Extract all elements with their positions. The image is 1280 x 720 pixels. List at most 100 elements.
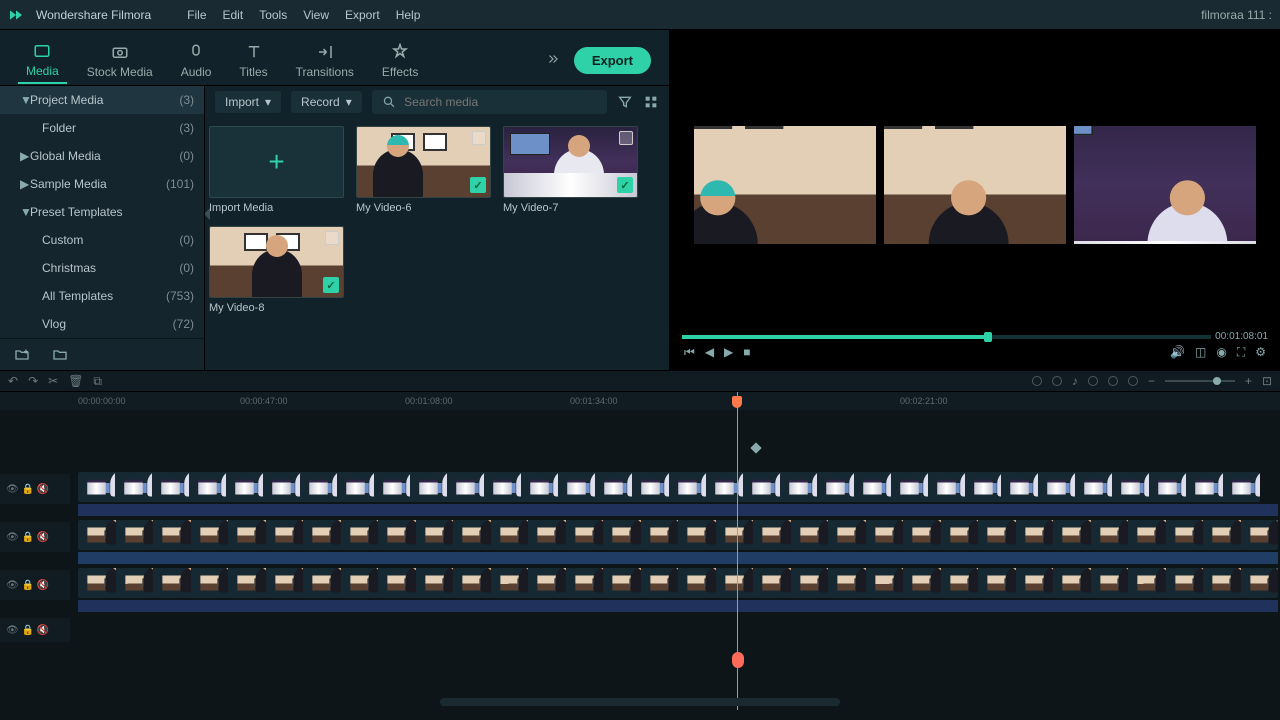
search-input[interactable] (404, 95, 597, 109)
collapse-sidebar-button[interactable] (205, 208, 210, 220)
sidebar-item-label: Folder (42, 121, 76, 135)
tab-media[interactable]: Media (18, 38, 67, 84)
zoom-in-button[interactable]: + (1245, 374, 1252, 388)
video-track-2[interactable] (78, 520, 1278, 550)
preview-quality-icon[interactable]: ◉ (1216, 345, 1226, 359)
menu-view[interactable]: View (303, 8, 329, 22)
volume-icon[interactable]: 🔊 (1170, 345, 1185, 359)
track-header-v3[interactable]: 👁 🔒 🔇 (0, 474, 70, 504)
step-back-button[interactable]: ◀ (705, 345, 714, 359)
zoom-slider[interactable] (1165, 380, 1235, 382)
tab-stock-media[interactable]: Stock Media (79, 39, 161, 83)
video-track-3[interactable] (78, 472, 1260, 502)
stop-button[interactable]: ■ (743, 345, 750, 359)
cut-button[interactable]: ✂ (48, 374, 58, 388)
audio-waveform-3[interactable] (78, 504, 1278, 516)
project-name: filmoraa 111 : (1201, 8, 1272, 22)
export-button[interactable]: Export (574, 47, 651, 74)
search-media[interactable] (372, 90, 607, 114)
timeline-ruler[interactable]: 00:00:00:00 00:00:47:00 00:01:08:00 00:0… (0, 392, 1280, 410)
record-label: Record (301, 95, 340, 109)
folder-icon[interactable] (52, 347, 68, 363)
zoom-out-button[interactable]: − (1148, 374, 1155, 388)
tab-effects-label: Effects (382, 65, 418, 79)
fullscreen-icon[interactable]: ⛶ (1237, 345, 1245, 360)
sidebar-item-label: Global Media (30, 149, 101, 163)
track-header-v1[interactable]: 👁 🔒 🔇 (0, 570, 70, 600)
marker-button[interactable] (1032, 376, 1042, 386)
sidebar-item-all-templates[interactable]: All Templates(753) (0, 282, 204, 310)
more-tabs-button[interactable] (544, 52, 562, 69)
menu-tools[interactable]: Tools (259, 8, 287, 22)
ruler-tick: 00:01:08:00 (405, 396, 453, 406)
settings-icon[interactable]: ⚙ (1255, 345, 1266, 359)
record-vo-button[interactable] (1052, 376, 1062, 386)
media-icon (33, 42, 51, 60)
thumb-import[interactable]: + Import Media (209, 126, 344, 214)
fit-zoom-button[interactable]: ⊡ (1262, 374, 1272, 388)
sidebar-item-label: Custom (42, 233, 83, 247)
sidebar-count: (72) (173, 317, 194, 331)
menu-file[interactable]: File (187, 8, 206, 22)
snap-button[interactable] (1108, 376, 1118, 386)
titles-icon (245, 43, 263, 61)
undo-button[interactable]: ↶ (8, 374, 18, 388)
filter-icon[interactable] (617, 94, 633, 110)
track-header-a1[interactable]: 👁 🔒 🔇 (0, 618, 70, 642)
render-button[interactable] (1088, 376, 1098, 386)
sidebar-item-christmas[interactable]: Christmas(0) (0, 254, 204, 282)
chevron-double-right-icon (544, 52, 562, 66)
delete-button[interactable]: 🗑 (68, 374, 83, 388)
tab-titles[interactable]: Titles (231, 39, 275, 83)
audio-waveform-1[interactable] (78, 600, 1278, 612)
transitions-icon (316, 43, 334, 61)
thumb-my-video-7[interactable]: ✓ My Video-7 (503, 126, 638, 214)
crop-button[interactable]: ⧉ (93, 374, 102, 389)
menu-help[interactable]: Help (396, 8, 421, 22)
import-dropdown[interactable]: Import▾ (215, 91, 281, 113)
audio-waveform-2[interactable] (78, 552, 1278, 564)
track-header-v2[interactable]: 👁 🔒 🔇 (0, 522, 70, 552)
prev-frame-button[interactable]: ⏮ (684, 345, 695, 360)
mixer-icon[interactable]: ♪ (1072, 374, 1078, 388)
timeline[interactable]: 00:00:00:00 00:00:47:00 00:01:08:00 00:0… (0, 392, 1280, 710)
record-indicator[interactable] (732, 652, 744, 668)
sidebar-footer (0, 338, 204, 370)
tab-transitions[interactable]: Transitions (288, 39, 362, 83)
timeline-hscrollbar[interactable] (440, 698, 840, 706)
thumb-my-video-6[interactable]: ✓ My Video-6 (356, 126, 491, 214)
grid-view-icon[interactable] (643, 94, 659, 110)
used-check-icon: ✓ (470, 177, 486, 193)
tab-effects[interactable]: Effects (374, 39, 426, 83)
snapshot-icon[interactable]: ◫ (1195, 345, 1206, 359)
media-sidebar: ▼Project Media(3) Folder(3) ▶Global Medi… (0, 86, 205, 370)
record-dropdown[interactable]: Record ▾ (291, 91, 362, 113)
keyframe-marker[interactable] (750, 442, 761, 453)
sidebar-item-sample-media[interactable]: ▶Sample Media(101) (0, 170, 204, 198)
play-button[interactable]: ▶ (724, 345, 733, 359)
redo-button[interactable]: ↷ (28, 374, 38, 388)
sidebar-item-custom[interactable]: Custom(0) (0, 226, 204, 254)
menu-export[interactable]: Export (345, 8, 380, 22)
sidebar-item-folder[interactable]: Folder(3) (0, 114, 204, 142)
video-track-1[interactable] (78, 568, 1278, 598)
ruler-tick: 00:00:47:00 (240, 396, 288, 406)
preview-clip-1 (694, 126, 876, 244)
thumb-label: Import Media (209, 202, 344, 214)
chevron-down-icon: ▾ (346, 95, 352, 109)
menu-edit[interactable]: Edit (223, 8, 244, 22)
preview-canvas[interactable] (678, 38, 1272, 331)
preview-scrubber[interactable] (682, 335, 1211, 339)
tab-titles-label: Titles (239, 65, 267, 79)
sidebar-item-project-media[interactable]: ▼Project Media(3) (0, 86, 204, 114)
thumb-my-video-8[interactable]: ✓ My Video-8 (209, 226, 344, 314)
sidebar-item-global-media[interactable]: ▶Global Media(0) (0, 142, 204, 170)
sidebar-item-vlog[interactable]: Vlog(72) (0, 310, 204, 338)
link-button[interactable] (1128, 376, 1138, 386)
thumb-label: My Video-6 (356, 202, 491, 214)
new-folder-icon[interactable] (14, 347, 30, 363)
plus-icon: + (268, 146, 284, 178)
ruler-tick: 00:02:21:00 (900, 396, 948, 406)
tab-audio[interactable]: Audio (173, 39, 220, 83)
sidebar-item-preset-templates[interactable]: ▼Preset Templates (0, 198, 204, 226)
